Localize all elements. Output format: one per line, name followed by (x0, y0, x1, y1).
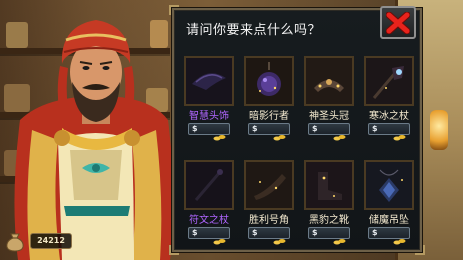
close-button[interactable] (380, 6, 416, 39)
shop-item[interactable]: 胜利号角 $ (244, 160, 294, 246)
close-x-icon (386, 11, 410, 34)
price-symbol: $ (372, 228, 378, 237)
frost-staff-icon (364, 56, 414, 106)
panther-boots-icon (304, 160, 354, 210)
coin-stack-icon (333, 126, 346, 140)
panel-corner-ornament (169, 5, 179, 15)
coin-stack-icon (273, 230, 286, 244)
price-symbol: $ (312, 228, 318, 237)
price-symbol: $ (372, 124, 378, 133)
shop-title: 请问你要来点什么吗？ (186, 23, 322, 38)
item-name: 黑豹之靴 (309, 215, 349, 226)
shop-panel: 请问你要来点什么吗？ 智慧头饰 $ 暗影行者 $ 神圣头冠 $ 寒冰之杖 $ 符… (169, 5, 425, 255)
holy-crown-icon (304, 56, 354, 106)
gold-amount: 24212 (30, 233, 72, 249)
item-grid: 智慧头饰 $ 暗影行者 $ 神圣头冠 $ 寒冰之杖 $ 符文之杖 $ 胜利号角 … (184, 56, 414, 246)
coin-stack-icon (393, 230, 406, 244)
price-tag: $ (368, 227, 410, 244)
merchant-character (0, 0, 200, 260)
shop-item[interactable]: 暗影行者 $ (244, 56, 294, 142)
lantern-icon (430, 110, 448, 150)
gold-counter: 24212 (4, 230, 72, 252)
mana-pendant-icon (364, 160, 414, 210)
shop-item[interactable]: 神圣头冠 $ (304, 56, 354, 142)
shadow-orb-amulet-icon (244, 56, 294, 106)
victory-horn-icon (244, 160, 294, 210)
item-name: 寒冰之杖 (369, 111, 409, 122)
price-tag: $ (188, 123, 230, 140)
price-tag: $ (248, 123, 290, 140)
panel-corner-ornament (415, 245, 425, 255)
coin-stack-icon (393, 126, 406, 140)
coin-stack-icon (273, 126, 286, 140)
panel-corner-ornament (169, 245, 179, 255)
price-symbol: $ (312, 124, 318, 133)
dark-headband-icon (184, 56, 234, 106)
item-name: 神圣头冠 (309, 111, 349, 122)
price-tag: $ (308, 227, 350, 244)
price-symbol: $ (252, 228, 258, 237)
price-tag: $ (188, 227, 230, 244)
money-bag-icon (4, 230, 26, 252)
price-symbol: $ (252, 124, 258, 133)
shop-item[interactable]: 储魔吊坠 $ (364, 160, 414, 246)
item-name: 智慧头饰 (189, 111, 229, 122)
item-name: 储魔吊坠 (369, 215, 409, 226)
price-tag: $ (308, 123, 350, 140)
rune-staff-icon (184, 160, 234, 210)
price-tag: $ (248, 227, 290, 244)
coin-stack-icon (213, 126, 226, 140)
price-symbol: $ (192, 124, 198, 133)
item-name: 符文之杖 (189, 215, 229, 226)
shop-item[interactable]: 智慧头饰 $ (184, 56, 234, 142)
item-name: 胜利号角 (249, 215, 289, 226)
shop-item[interactable]: 黑豹之靴 $ (304, 160, 354, 246)
coin-stack-icon (333, 230, 346, 244)
price-tag: $ (368, 123, 410, 140)
coin-stack-icon (213, 230, 226, 244)
shop-item[interactable]: 寒冰之杖 $ (364, 56, 414, 142)
shop-item[interactable]: 符文之杖 $ (184, 160, 234, 246)
item-name: 暗影行者 (249, 111, 289, 122)
price-symbol: $ (192, 228, 198, 237)
